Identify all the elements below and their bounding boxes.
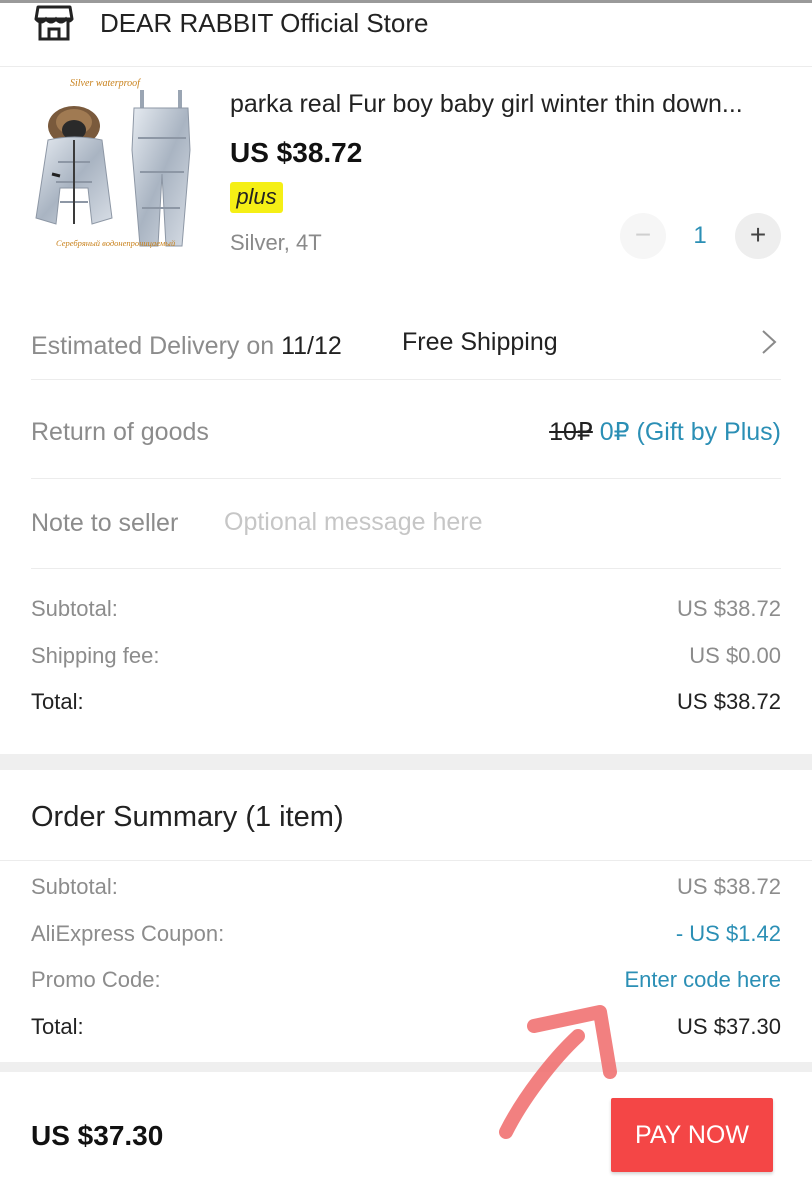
store-icon	[34, 5, 74, 41]
shipping-method: Free Shipping	[402, 328, 558, 356]
store-subtotal-label: Subtotal:	[31, 596, 118, 621]
quantity-increase-button[interactable]: +	[735, 213, 781, 259]
promo-code-line: Promo Code: Enter code here	[31, 967, 781, 993]
product-image[interactable]: Silver waterproof Серебряный водонепрони…	[30, 78, 202, 256]
plus-badge: plus	[230, 182, 283, 213]
promo-code-label: Promo Code:	[31, 967, 161, 992]
return-new-value: 0₽ (Gift by Plus)	[592, 418, 781, 446]
product-card: Silver waterproof Серебряный водонепрони…	[0, 68, 812, 298]
coupon-label: AliExpress Coupon:	[31, 921, 225, 946]
order-subtotal-label: Subtotal:	[31, 874, 118, 899]
store-name[interactable]: DEAR RABBIT Official Store	[100, 7, 428, 39]
return-of-goods-value: 10₽ 0₽ (Gift by Plus)	[549, 417, 781, 447]
store-total-value: US $38.72	[677, 689, 781, 714]
footer-separator	[0, 1062, 812, 1072]
note-to-seller-input[interactable]	[224, 505, 764, 539]
order-subtotal-line: Subtotal: US $38.72	[31, 874, 781, 900]
pay-now-button[interactable]: PAY NOW	[611, 1098, 773, 1172]
return-old-price: 10₽	[549, 418, 593, 446]
order-total-line: Total: US $37.30	[31, 1014, 781, 1040]
section-separator	[0, 754, 812, 770]
checkout-bar: US $37.30 PAY NOW	[0, 1072, 812, 1200]
product-image-caption-bottom: Серебряный водонепроницаемый	[56, 238, 176, 248]
checkout-total: US $37.30	[31, 1120, 164, 1151]
order-summary-divider	[0, 860, 812, 861]
coupon-line: AliExpress Coupon: - US $1.42	[31, 921, 781, 947]
delivery-row[interactable]: Estimated Delivery on 11/12 Free Shippin…	[31, 300, 781, 380]
store-shipping-value: US $0.00	[689, 643, 781, 668]
store-total-label: Total:	[31, 689, 84, 714]
order-subtotal-value: US $38.72	[677, 874, 781, 899]
order-total-label: Total:	[31, 1014, 84, 1039]
store-shipping-label: Shipping fee:	[31, 643, 160, 668]
note-to-seller-label: Note to seller	[31, 509, 179, 537]
store-subtotal-line: Subtotal: US $38.72	[31, 596, 781, 622]
delivery-date: 11/12	[281, 332, 342, 360]
order-summary-title: Order Summary (1 item)	[31, 801, 344, 833]
store-header[interactable]: DEAR RABBIT Official Store	[0, 3, 812, 67]
promo-code-link[interactable]: Enter code here	[624, 967, 781, 993]
coupon-value[interactable]: - US $1.42	[676, 921, 781, 947]
order-total-value: US $37.30	[677, 1014, 781, 1039]
quantity-value: 1	[693, 222, 707, 249]
product-title[interactable]: parka real Fur boy baby girl winter thin…	[230, 88, 790, 120]
return-of-goods-row[interactable]: Return of goods 10₽ 0₽ (Gift by Plus)	[31, 380, 781, 479]
store-subtotal-value: US $38.72	[677, 596, 781, 621]
delivery-label-text: Estimated Delivery on	[31, 332, 282, 360]
store-shipping-line: Shipping fee: US $0.00	[31, 643, 781, 669]
chevron-right-icon[interactable]	[759, 328, 779, 356]
return-of-goods-label: Return of goods	[31, 418, 209, 446]
jacket-and-overalls-illustration	[35, 90, 191, 247]
product-variant[interactable]: Silver, 4T	[230, 230, 322, 256]
store-total-line: Total: US $38.72	[31, 689, 781, 715]
product-price: US $38.72	[230, 137, 363, 168]
delivery-label: Estimated Delivery on 11/12	[31, 332, 342, 361]
note-to-seller-row: Note to seller	[31, 479, 781, 569]
quantity-decrease-button[interactable]: −	[620, 213, 666, 259]
